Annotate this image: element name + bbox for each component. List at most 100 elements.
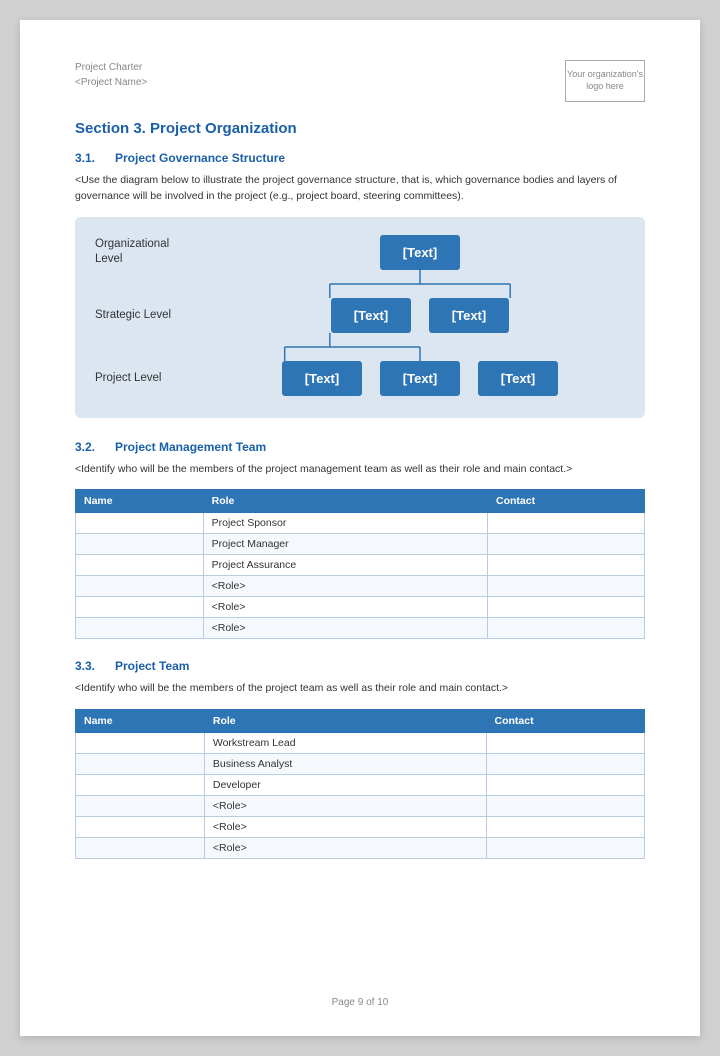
subsection-3-3-title: 3.3. Project Team: [75, 659, 645, 673]
table-cell: <Role>: [204, 817, 486, 838]
mgmt-col-name: Name: [76, 490, 204, 513]
table-cell: [76, 618, 204, 639]
subsection-3-2-num: 3.2.: [75, 440, 103, 454]
subsection-3-1-desc: <Use the diagram below to illustrate the…: [75, 173, 645, 205]
org-row-1: OrganizationalLevel [Text]: [95, 235, 625, 270]
table-cell: [76, 838, 205, 859]
logo-box: Your organization's logo here: [565, 60, 645, 102]
subsection-3-2-desc: <Identify who will be the members of the…: [75, 462, 645, 478]
org-box-3-2: [Text]: [380, 361, 460, 396]
subsection-3-2-label: Project Management Team: [115, 440, 266, 454]
subsection-3-1-num: 3.1.: [75, 151, 103, 165]
table-row: Developer: [76, 775, 645, 796]
table-cell: [76, 513, 204, 534]
table-cell: [76, 597, 204, 618]
table-cell: [76, 576, 204, 597]
table-cell: Project Manager: [203, 534, 487, 555]
team-table-header-row: Name Role Contact: [76, 710, 645, 733]
table-cell: [76, 817, 205, 838]
logo-text: Your organization's logo here: [566, 69, 644, 92]
table-row: <Role>: [76, 597, 645, 618]
subsection-3-3-num: 3.3.: [75, 659, 103, 673]
table-cell: Project Sponsor: [203, 513, 487, 534]
org-chart: OrganizationalLevel [Text]: [75, 217, 645, 418]
org-box-2-1: [Text]: [331, 298, 411, 333]
page-number: Page 9 of 10: [332, 997, 389, 1008]
org-nodes-3: [Text] [Text] [Text]: [215, 361, 625, 396]
header-line1: Project Charter: [75, 60, 147, 75]
table-row: Project Sponsor: [76, 513, 645, 534]
org-level-label-1: OrganizationalLevel: [95, 237, 215, 267]
org-box-1-1: [Text]: [380, 235, 460, 270]
subsection-3-3-desc: <Identify who will be the members of the…: [75, 681, 645, 697]
connector-svg-2: [215, 333, 625, 361]
subsection-3-1-title: 3.1. Project Governance Structure: [75, 151, 645, 165]
mgmt-col-contact: Contact: [488, 490, 645, 513]
management-table-header-row: Name Role Contact: [76, 490, 645, 513]
table-cell: Business Analyst: [204, 754, 486, 775]
subsection-3-1-label: Project Governance Structure: [115, 151, 285, 165]
subsection-3-3-label: Project Team: [115, 659, 189, 673]
table-cell: [488, 597, 645, 618]
table-cell: Project Assurance: [203, 555, 487, 576]
table-cell: [76, 754, 205, 775]
table-cell: [76, 555, 204, 576]
org-level-label-2: Strategic Level: [95, 308, 215, 323]
table-cell: [486, 775, 645, 796]
table-cell: [486, 796, 645, 817]
table-cell: [488, 513, 645, 534]
org-nodes-1: [Text]: [215, 235, 625, 270]
team-table: Name Role Contact Workstream LeadBusines…: [75, 709, 645, 859]
connector-1-2: [95, 270, 625, 298]
connector-svg-1: [215, 270, 625, 298]
table-cell: [488, 618, 645, 639]
table-row: <Role>: [76, 618, 645, 639]
table-cell: Workstream Lead: [204, 733, 486, 754]
table-row: Business Analyst: [76, 754, 645, 775]
table-row: <Role>: [76, 838, 645, 859]
mgmt-col-role: Role: [203, 490, 487, 513]
page-header: Project Charter <Project Name> Your orga…: [75, 60, 645, 102]
page-footer: Page 9 of 10: [20, 997, 700, 1008]
table-cell: Developer: [204, 775, 486, 796]
page: Project Charter <Project Name> Your orga…: [20, 20, 700, 1036]
header-left: Project Charter <Project Name>: [75, 60, 147, 90]
org-box-3-1: [Text]: [282, 361, 362, 396]
table-cell: [488, 534, 645, 555]
org-box-2-2: [Text]: [429, 298, 509, 333]
table-row: <Role>: [76, 817, 645, 838]
connector-2-3: [95, 333, 625, 361]
table-cell: <Role>: [203, 597, 487, 618]
table-cell: <Role>: [203, 576, 487, 597]
team-col-contact: Contact: [486, 710, 645, 733]
table-cell: [76, 796, 205, 817]
table-cell: [486, 838, 645, 859]
header-line2: <Project Name>: [75, 75, 147, 90]
table-cell: <Role>: [203, 618, 487, 639]
subsection-3-2-title: 3.2. Project Management Team: [75, 440, 645, 454]
table-cell: [76, 775, 205, 796]
org-row-2: Strategic Level [Text] [Text]: [95, 298, 625, 333]
table-cell: [486, 817, 645, 838]
table-cell: [76, 534, 204, 555]
table-cell: [488, 576, 645, 597]
section-title: Section 3. Project Organization: [75, 120, 645, 137]
table-cell: <Role>: [204, 796, 486, 817]
table-row: <Role>: [76, 576, 645, 597]
table-row: Workstream Lead: [76, 733, 645, 754]
org-row-3: Project Level [Text] [Text] [Text]: [95, 361, 625, 396]
table-cell: [76, 733, 205, 754]
team-col-role: Role: [204, 710, 486, 733]
table-cell: <Role>: [204, 838, 486, 859]
table-cell: [488, 555, 645, 576]
org-nodes-2: [Text] [Text]: [215, 298, 625, 333]
table-row: <Role>: [76, 796, 645, 817]
management-table: Name Role Contact Project SponsorProject…: [75, 489, 645, 639]
org-box-3-3: [Text]: [478, 361, 558, 396]
team-col-name: Name: [76, 710, 205, 733]
org-level-label-3: Project Level: [95, 371, 215, 386]
table-row: Project Manager: [76, 534, 645, 555]
table-cell: [486, 733, 645, 754]
table-row: Project Assurance: [76, 555, 645, 576]
table-cell: [486, 754, 645, 775]
